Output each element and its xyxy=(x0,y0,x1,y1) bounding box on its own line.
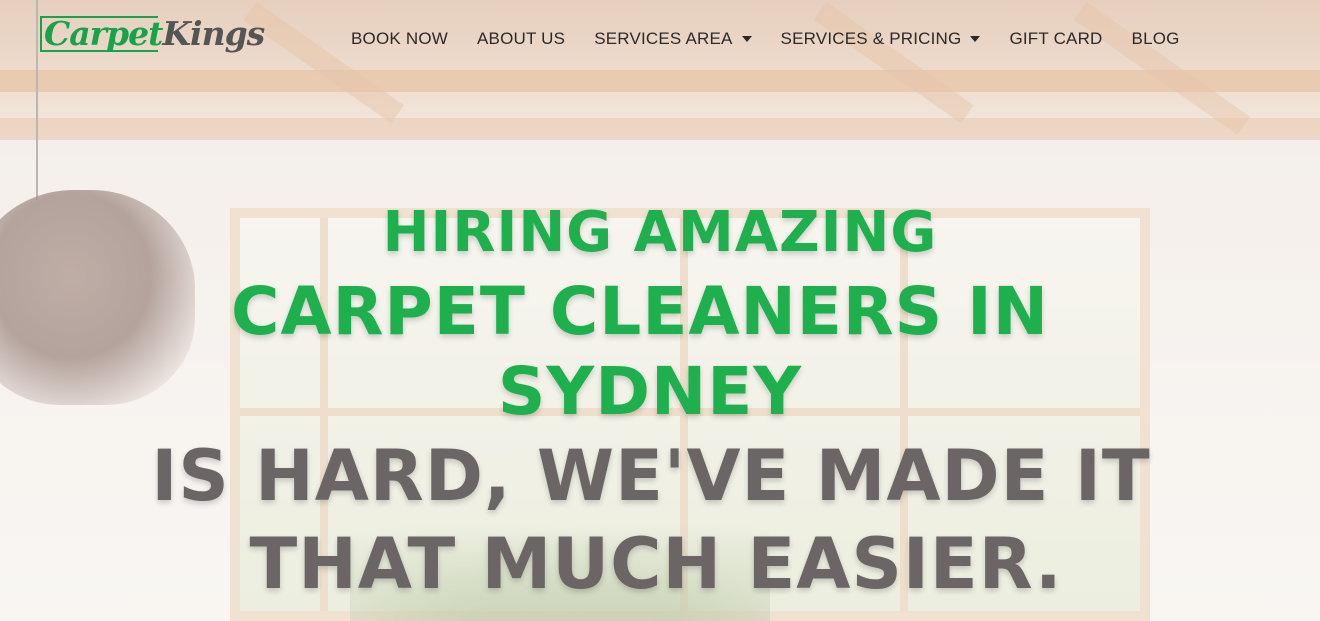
nav-label: BLOG xyxy=(1131,29,1180,48)
hero-line-2: CARPET CLEANERS IN xyxy=(231,273,1049,350)
page: Carpet Kings BOOK NOW ABOUT US SERVICES … xyxy=(0,0,1320,621)
nav-label: ABOUT US xyxy=(477,29,566,48)
nav-label: BOOK NOW xyxy=(351,29,448,48)
nav-services-pricing[interactable]: SERVICES & PRICING xyxy=(781,29,981,49)
nav-label: GIFT CARD xyxy=(1009,29,1103,48)
nav-blog[interactable]: BLOG xyxy=(1132,29,1180,49)
hero-line-5: THAT MUCH EASIER. xyxy=(249,523,1063,605)
nav-book-now[interactable]: BOOK NOW xyxy=(351,29,448,49)
nav-label: SERVICES AREA xyxy=(594,29,733,48)
logo-text-carpet: Carpet xyxy=(44,14,163,53)
caret-down-icon xyxy=(741,36,752,42)
nav-label: SERVICES & PRICING xyxy=(780,29,962,48)
main-navigation: BOOK NOW ABOUT US SERVICES AREA SERVICES… xyxy=(351,28,1180,50)
hero-line-3: SYDNEY xyxy=(497,353,803,430)
caret-down-icon xyxy=(970,36,981,42)
carpet-kings-logo[interactable]: Carpet Kings xyxy=(40,14,265,54)
nav-gift-card[interactable]: GIFT CARD xyxy=(1009,29,1102,49)
site-header: Carpet Kings BOOK NOW ABOUT US SERVICES … xyxy=(0,0,1320,80)
logo-text-kings: Kings xyxy=(162,14,265,53)
nav-services-area[interactable]: SERVICES AREA xyxy=(594,29,752,49)
hero-line-4: IS HARD, WE'VE MADE IT xyxy=(151,435,1151,517)
hero-heading: HIRING AMAZING CARPET CLEANERS IN SYDNEY… xyxy=(0,194,1320,608)
hero-line-1: HIRING AMAZING xyxy=(382,200,938,265)
nav-about-us[interactable]: ABOUT US xyxy=(477,29,565,49)
